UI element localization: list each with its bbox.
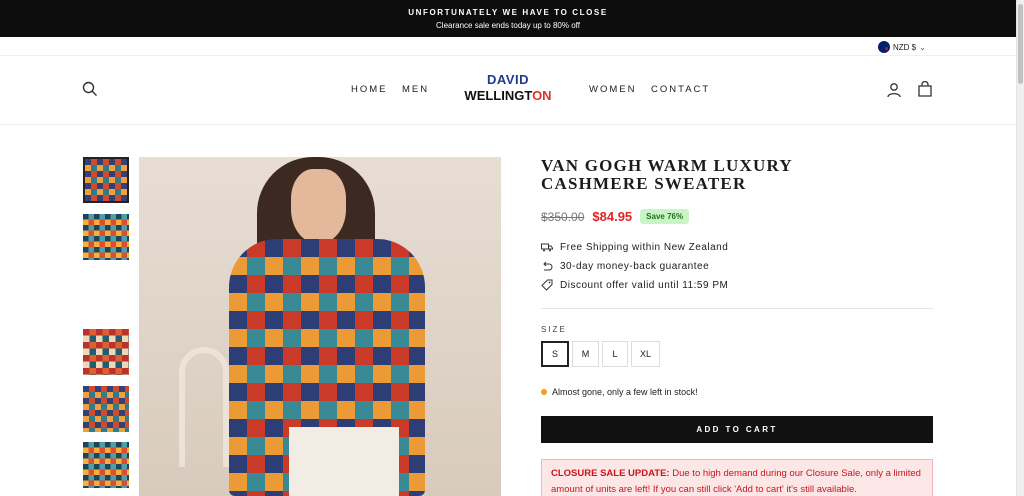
nav-contact[interactable]: CONTACT: [651, 84, 710, 95]
stock-status: Almost gone, only a few left in stock!: [541, 387, 698, 397]
header-top-divider: [0, 55, 1016, 56]
header-bottom-divider: [0, 124, 1016, 125]
currency-selector[interactable]: NZD $ ⌄: [878, 40, 926, 54]
size-option-xl[interactable]: XL: [631, 341, 660, 367]
size-label: SIZE: [541, 325, 567, 334]
feature-guarantee: 30-day money-back guarantee: [541, 260, 709, 272]
page-scrollbar[interactable]: [1016, 0, 1024, 496]
chevron-down-icon: ⌄: [919, 42, 926, 52]
account-icon[interactable]: [886, 82, 902, 98]
closure-notice: CLOSURE SALE UPDATE: Due to high demand …: [541, 459, 933, 496]
notice-title: CLOSURE SALE UPDATE:: [551, 468, 670, 479]
model-face: [291, 169, 346, 243]
feature-shipping-text: Free Shipping within New Zealand: [560, 241, 729, 253]
cart-icon[interactable]: [917, 80, 933, 97]
price-row: $350.00 $84.95 Save 76%: [541, 209, 690, 224]
nav-men[interactable]: MEN: [402, 84, 429, 95]
thumbnail-image: [83, 214, 129, 260]
thumbnail-image: [83, 442, 129, 488]
scrollbar-thumb[interactable]: [1018, 4, 1023, 84]
logo-line-1: DAVID: [487, 72, 529, 87]
section-divider: [541, 308, 933, 309]
stock-dot-icon: [541, 389, 547, 395]
thumbnail-image: [83, 386, 129, 432]
feature-discount-text: Discount offer valid until 11:59 PM: [560, 279, 729, 291]
original-price: $350.00: [541, 209, 585, 224]
return-arrow-icon: [541, 260, 553, 272]
product-thumbnail[interactable]: [83, 157, 129, 203]
announcement-bar: UNFORTUNATELY WE HAVE TO CLOSE Clearance…: [0, 0, 1016, 37]
tag-icon: [541, 279, 553, 291]
thumbnail-image: [83, 329, 129, 375]
announcement-headline: UNFORTUNATELY WE HAVE TO CLOSE: [408, 8, 608, 17]
product-thumbnail[interactable]: [83, 214, 129, 260]
background-arch: [179, 347, 229, 467]
feature-guarantee-text: 30-day money-back guarantee: [560, 260, 710, 272]
logo-line-2b: ON: [532, 88, 552, 103]
search-icon[interactable]: [82, 81, 98, 97]
size-option-m[interactable]: M: [572, 341, 599, 367]
save-badge: Save 76%: [640, 209, 690, 224]
product-title: VAN GOGH WARM LUXURY CASHMERE SWEATER: [541, 156, 793, 193]
model-pants: [289, 427, 399, 496]
size-option-l[interactable]: L: [602, 341, 628, 367]
announcement-subline: Clearance sale ends today up to 80% off: [436, 21, 580, 30]
sale-price: $84.95: [592, 209, 633, 224]
logo-line-2a: WELLINGT: [464, 88, 533, 103]
brand-logo[interactable]: DAVID WELLINGTON: [463, 72, 553, 104]
add-to-cart-button[interactable]: ADD TO CART: [541, 416, 933, 443]
product-main-image[interactable]: [139, 157, 501, 496]
feature-shipping: Free Shipping within New Zealand: [541, 241, 728, 253]
product-thumbnail[interactable]: [83, 442, 129, 488]
feature-discount: Discount offer valid until 11:59 PM: [541, 279, 728, 291]
nz-flag-icon: [878, 41, 890, 53]
currency-label: NZD $: [893, 42, 917, 52]
stock-text: Almost gone, only a few left in stock!: [552, 387, 698, 397]
truck-icon: [541, 241, 553, 253]
nav-women[interactable]: WOMEN: [589, 84, 636, 95]
thumbnail-image: [85, 159, 127, 201]
nav-home[interactable]: HOME: [351, 84, 388, 95]
product-thumbnail[interactable]: [83, 386, 129, 432]
size-option-s[interactable]: S: [541, 341, 569, 367]
product-thumbnail[interactable]: [83, 329, 129, 375]
